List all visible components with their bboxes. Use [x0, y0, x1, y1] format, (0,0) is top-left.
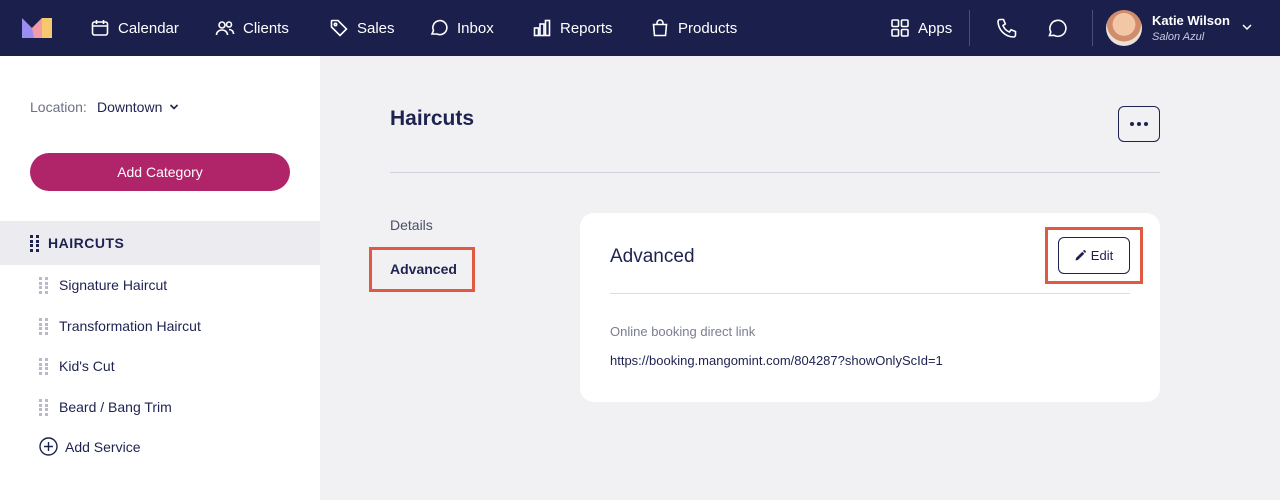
add-category-button[interactable]: Add Category	[30, 153, 290, 191]
bar-chart-icon	[533, 19, 551, 37]
tag-icon	[330, 19, 348, 37]
nav-label: Apps	[918, 19, 953, 37]
service-label: Kid's Cut	[59, 358, 115, 374]
chevron-down-icon	[170, 104, 179, 110]
top-navigation-bar: Calendar Clients Sales Inbox Reports Pro…	[0, 0, 1280, 56]
drag-handle-icon[interactable]	[30, 235, 40, 252]
service-item[interactable]: Transformation Haircut	[0, 306, 320, 346]
advanced-card: Advanced Edit Online booking direct link…	[580, 213, 1160, 402]
nav-label: Inbox	[457, 19, 494, 37]
chevron-down-icon[interactable]	[1240, 20, 1254, 34]
nav-label: Calendar	[118, 19, 179, 37]
add-service-label: Add Service	[65, 438, 141, 455]
divider	[610, 293, 1130, 294]
plus-circle-icon	[39, 437, 58, 456]
service-item[interactable]: Signature Haircut	[0, 265, 320, 305]
add-service-link[interactable]: Add Service	[39, 437, 140, 456]
nav-reports[interactable]: Reports	[532, 0, 613, 56]
tab-details[interactable]: Details	[390, 217, 433, 233]
nav-inbox[interactable]: Inbox	[429, 0, 494, 56]
page-title: Haircuts	[390, 107, 475, 130]
drag-handle-icon[interactable]	[39, 358, 49, 375]
mangomint-logo-icon[interactable]	[22, 16, 52, 38]
location-label: Location:	[30, 99, 87, 115]
nav-label: Clients	[243, 19, 289, 37]
service-label: Beard / Bang Trim	[59, 399, 172, 415]
service-item[interactable]: Kid's Cut	[0, 346, 320, 386]
highlight-box	[1045, 227, 1143, 284]
nav-label: Sales	[357, 19, 395, 37]
nav-products[interactable]: Products	[650, 0, 737, 56]
message-icon[interactable]	[1045, 16, 1069, 40]
card-title: Advanced	[610, 246, 695, 267]
category-item-haircuts[interactable]: HAIRCUTS	[0, 221, 320, 265]
phone-icon[interactable]	[995, 16, 1019, 40]
avatar[interactable]	[1106, 10, 1142, 46]
service-label: Transformation Haircut	[59, 318, 201, 334]
divider	[969, 10, 970, 46]
users-icon	[215, 21, 235, 36]
chat-icon	[430, 19, 448, 36]
nav-sales[interactable]: Sales	[329, 0, 395, 56]
nav-calendar[interactable]: Calendar	[90, 0, 179, 56]
location-value: Downtown	[97, 99, 163, 115]
highlight-box	[369, 247, 475, 292]
nav-apps[interactable]: Apps	[890, 0, 952, 56]
location-selector[interactable]: Downtown	[97, 99, 180, 115]
drag-handle-icon[interactable]	[39, 277, 49, 294]
calendar-icon	[91, 20, 109, 36]
nav-label: Reports	[560, 19, 613, 37]
sidebar: Location: Downtown Add Category HAIRCUTS…	[0, 56, 320, 500]
nav-clients[interactable]: Clients	[215, 0, 289, 56]
ellipsis-icon	[1130, 122, 1134, 126]
user-name: Katie Wilson	[1152, 13, 1230, 28]
category-label: HAIRCUTS	[48, 235, 125, 251]
divider	[1092, 10, 1093, 46]
service-label: Signature Haircut	[59, 277, 168, 293]
booking-link-label: Online booking direct link	[610, 324, 756, 339]
more-options-button[interactable]	[1118, 106, 1160, 142]
booking-link[interactable]: https://booking.mangomint.com/804287?sho…	[610, 353, 943, 368]
grid-icon	[891, 19, 909, 37]
service-item[interactable]: Beard / Bang Trim	[0, 387, 320, 427]
nav-label: Products	[678, 19, 738, 37]
user-organization: Salon Azul	[1152, 31, 1205, 43]
divider	[390, 172, 1160, 173]
drag-handle-icon[interactable]	[39, 399, 49, 416]
drag-handle-icon[interactable]	[39, 318, 49, 335]
shopping-bag-icon	[652, 19, 668, 37]
